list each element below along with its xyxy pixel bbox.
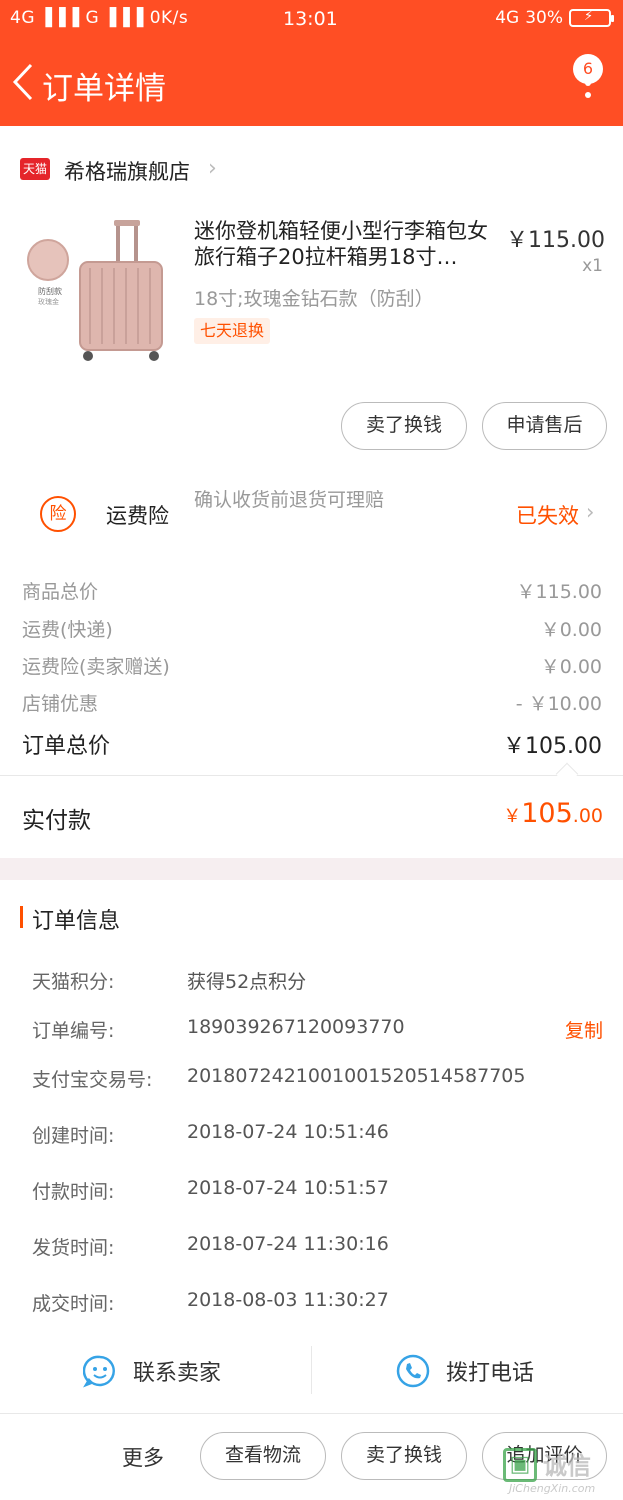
order-info-row: 创建时间: 2018-07-24 10:51:46 — [32, 1121, 604, 1149]
info-value: 2018-07-24 10:51:57 — [187, 1177, 389, 1199]
watermark-domain: JiChengXin.com — [509, 1482, 596, 1495]
status-bar-right: 4G 30% ⚡ — [495, 8, 614, 28]
more-menu-button[interactable]: 6 — [569, 54, 603, 104]
more-dot-icon — [585, 92, 591, 98]
store-name: 希格瑞旗舰店 — [64, 160, 190, 184]
back-button[interactable] — [8, 60, 38, 104]
paid-amount-label: 实付款 — [22, 808, 91, 834]
page-title: 订单详情 — [42, 71, 166, 107]
caret-up-icon — [555, 762, 579, 786]
thumb-label: 防刮款 — [38, 286, 62, 296]
info-key: 付款时间: — [32, 1181, 115, 1203]
product-quantity: x1 — [582, 256, 603, 276]
battery-percent: 30% — [525, 8, 563, 28]
order-info-row: 付款时间: 2018-07-24 10:51:57 — [32, 1177, 604, 1205]
insurance-label: 运费险 — [106, 504, 169, 528]
info-key: 天猫积分: — [32, 971, 115, 993]
price-line-label: 店铺优惠 — [22, 693, 99, 715]
paid-currency: ￥ — [503, 806, 522, 827]
view-logistics-button[interactable]: 查看物流 — [200, 1432, 326, 1480]
call-phone-label: 拨打电话 — [446, 1361, 535, 1386]
paid-integer: 105 — [521, 798, 573, 829]
tmall-logo: 天猫 — [20, 158, 50, 180]
section-accent-bar — [20, 906, 23, 928]
price-line: 运费(快递) ￥0.00 — [22, 615, 602, 643]
price-line: 店铺优惠 - ￥10.00 — [22, 689, 602, 717]
paid-amount-value: ￥105.00 — [503, 798, 603, 829]
apply-aftersale-button[interactable]: 申请售后 — [482, 402, 607, 450]
top-bar: 4G ▐▐▐ G ▐▐▐ 0K/s 13:01 4G 30% ⚡ 订单详情 6 — [0, 0, 623, 126]
info-value: 2018-07-24 10:51:46 — [187, 1121, 389, 1143]
product-image[interactable]: 防刮款 玫瑰金 — [24, 216, 172, 366]
more-dot-icon — [585, 80, 591, 86]
price-line: 商品总价 ￥115.00 — [22, 577, 602, 605]
info-value: 获得52点积分 — [187, 971, 307, 993]
store-row[interactable]: 天猫 希格瑞旗舰店 › — [0, 126, 623, 210]
return-policy-tag: 七天退换 — [194, 318, 271, 344]
insurance-status[interactable]: 已失效 — [516, 500, 579, 530]
order-number: 189039267120093770 — [187, 1016, 405, 1038]
price-line-value: ￥0.00 — [540, 656, 602, 678]
copy-order-number-button[interactable]: 复制 — [565, 1016, 603, 1043]
chevron-left-icon — [12, 63, 33, 101]
contact-seller-label: 联系卖家 — [133, 1361, 222, 1386]
watermark-icon: ▣ — [503, 1448, 537, 1482]
network-label: 4G — [495, 8, 520, 28]
thumb-label: 玫瑰金 — [38, 297, 59, 306]
order-info-row: 成交时间: 2018-08-03 11:30:27 — [32, 1289, 604, 1317]
section-gap — [0, 858, 623, 880]
insurance-description: 确认收货前退货可理赔 — [194, 489, 385, 511]
order-info-row: 支付宝交易号: 2018072421001001520514587705 — [32, 1065, 604, 1093]
insurance-icon: 险 — [40, 496, 76, 532]
info-key: 发货时间: — [32, 1237, 115, 1259]
more-actions-button[interactable]: 更多 — [122, 1442, 164, 1472]
order-total-label: 订单总价 — [22, 734, 111, 759]
price-line-value: ￥0.00 — [540, 619, 602, 641]
order-info-row: 订单编号: 189039267120093770 — [32, 1016, 604, 1044]
status-bar-signal: 4G ▐▐▐ G ▐▐▐ 0K/s — [10, 8, 189, 28]
info-key: 订单编号: — [32, 1020, 115, 1042]
order-info-title: 订单信息 — [32, 909, 121, 934]
price-line-label: 运费险(卖家赠送) — [22, 656, 170, 678]
info-key: 支付宝交易号: — [32, 1069, 153, 1091]
chevron-right-icon[interactable]: › — [586, 500, 594, 524]
product-sku: 18寸;玫瑰金钻石款（防刮） — [194, 288, 434, 310]
order-info-row: 天猫积分: 获得52点积分 — [32, 967, 604, 995]
watermark-logo: ▣ 诚信 JiChengXin.com — [503, 1446, 613, 1496]
order-total-value: ￥105.00 — [503, 734, 602, 759]
paid-decimal: .00 — [572, 805, 603, 827]
info-value: 2018-07-24 11:30:16 — [187, 1233, 389, 1255]
status-bar-time: 13:01 — [283, 8, 338, 30]
battery-icon: ⚡ — [569, 9, 614, 27]
order-total-row: 订单总价 ￥105.00 — [22, 728, 602, 760]
info-key: 创建时间: — [32, 1125, 115, 1147]
info-value: 2018-08-03 11:30:27 — [187, 1289, 389, 1311]
price-line-value: - ￥10.00 — [515, 693, 602, 715]
product-price: ￥115.00 — [506, 228, 605, 253]
call-phone-button[interactable]: 拨打电话 — [396, 1354, 534, 1388]
watermark-name: 诚信 — [543, 1452, 591, 1480]
product-title[interactable]: 迷你登机箱轻便小型行李箱包女旅行箱子20拉杆箱男18寸… — [194, 218, 494, 270]
chevron-right-icon: › — [208, 156, 217, 181]
chat-smiley-icon — [83, 1355, 115, 1388]
price-line-label: 商品总价 — [22, 581, 99, 603]
price-line: 运费险(卖家赠送) ￥0.00 — [22, 652, 602, 680]
sell-for-cash-button[interactable]: 卖了换钱 — [341, 1432, 467, 1480]
divider — [0, 775, 623, 776]
info-key: 成交时间: — [32, 1293, 115, 1315]
phone-icon — [396, 1354, 430, 1388]
order-info-row: 发货时间: 2018-07-24 11:30:16 — [32, 1233, 604, 1261]
price-line-label: 运费(快递) — [22, 619, 113, 641]
contact-seller-button[interactable]: 联系卖家 — [83, 1354, 221, 1388]
price-line-value: ￥115.00 — [516, 581, 602, 603]
sell-for-cash-button[interactable]: 卖了换钱 — [341, 402, 467, 450]
info-value: 2018072421001001520514587705 — [187, 1065, 526, 1087]
divider — [311, 1346, 312, 1394]
